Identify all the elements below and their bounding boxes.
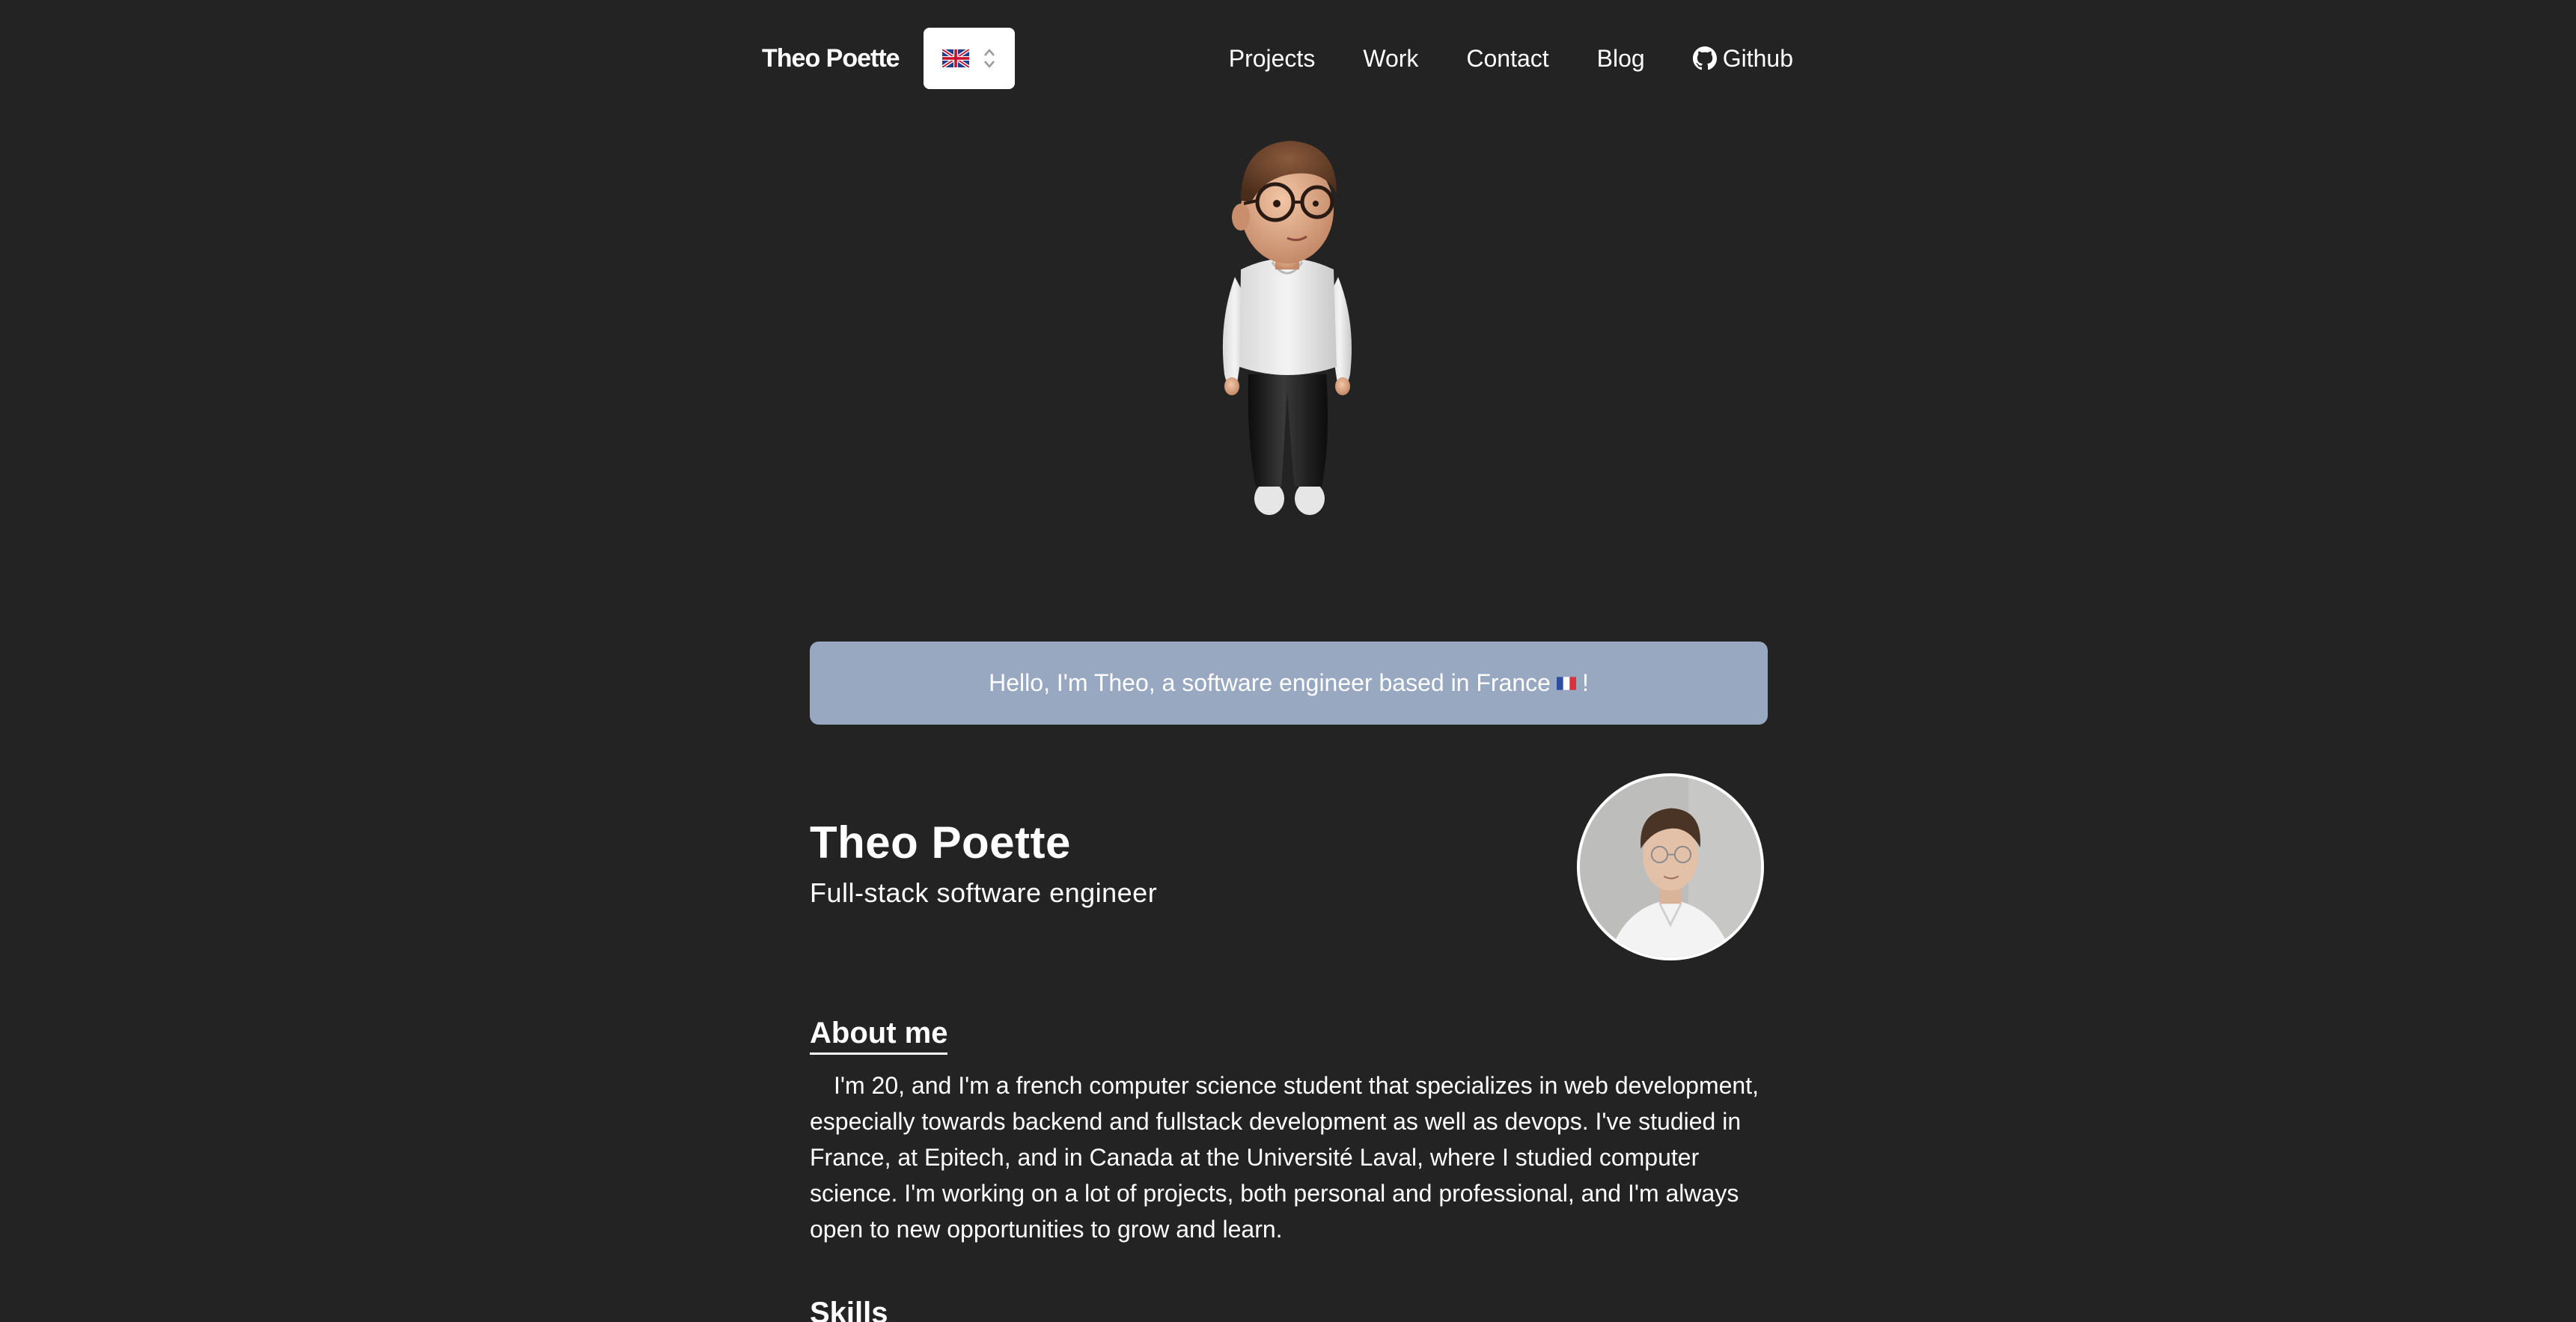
profile-role: Full-stack software engineer (810, 877, 1158, 908)
france-flag-icon (1556, 676, 1576, 690)
nav-blog[interactable]: Blog (1597, 45, 1645, 73)
language-select[interactable] (923, 28, 1015, 89)
nav-github-label: Github (1722, 44, 1793, 72)
profile-photo-image (1580, 776, 1761, 957)
main-nav: Projects Work Contact Blog Github (1229, 45, 1793, 73)
nav-github[interactable]: Github (1692, 44, 1793, 73)
nav-work[interactable]: Work (1363, 45, 1418, 73)
greeting-text: Hello, I'm Theo, a software engineer bas… (989, 669, 1551, 696)
about-heading: About me (810, 1017, 948, 1055)
site-brand[interactable]: Theo Poette (762, 44, 900, 73)
header: Theo Poette Projects Work Contact Blog G… (762, 27, 1793, 90)
greeting-suffix: ! (1581, 669, 1589, 696)
page: Theo Poette Projects Work Contact Blog G… (0, 0, 2576, 1322)
greeting-banner: Hello, I'm Theo, a software engineer bas… (810, 642, 1768, 725)
github-icon (1692, 46, 1717, 70)
profile-photo (1577, 773, 1764, 960)
3d-avatar-character[interactable] (1197, 127, 1377, 524)
profile-name: Theo Poette (810, 817, 1071, 868)
skills-heading: Skills (810, 1297, 888, 1322)
nav-contact[interactable]: Contact (1466, 45, 1548, 73)
chevron-updown-icon (983, 49, 995, 68)
about-body: I'm 20, and I'm a french computer scienc… (810, 1072, 1759, 1243)
nav-projects[interactable]: Projects (1229, 45, 1316, 73)
uk-flag-icon (941, 49, 969, 67)
